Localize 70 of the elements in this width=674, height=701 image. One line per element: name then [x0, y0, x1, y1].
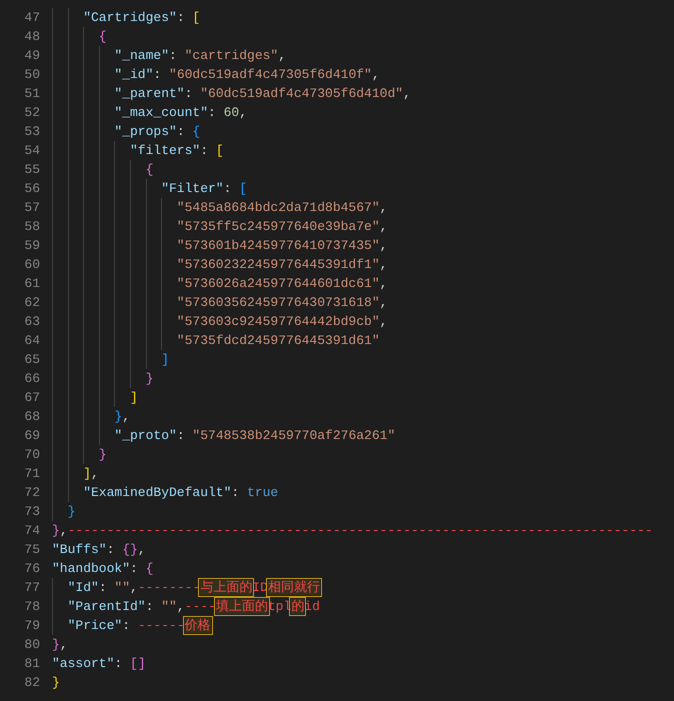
code-line: "Buffs": {},: [52, 541, 146, 559]
code-line: }: [68, 503, 76, 521]
line-number: 77: [23, 579, 40, 597]
line-number: 80: [23, 636, 40, 654]
code-line: "Cartridges": [: [83, 9, 200, 27]
line-number: 56: [23, 180, 40, 198]
code-line: }: [52, 674, 60, 692]
line-number: 61: [23, 275, 40, 293]
code-line: ]: [161, 351, 169, 369]
line-number: 62: [23, 294, 40, 312]
code-line: "573602322459776445391df1",: [176, 256, 388, 274]
line-number: 59: [23, 237, 40, 255]
line-number: 63: [23, 313, 40, 331]
code-line: "_parent": "60dc519adf4c47305f6d410d",: [114, 85, 411, 103]
code-line: "Filter": [: [161, 180, 248, 198]
line-number: 47: [23, 9, 40, 27]
code-line: "filters": [: [130, 142, 224, 160]
line-number: 51: [23, 85, 40, 103]
code-line: "_id": "60dc519adf4c47305f6d410f",: [114, 66, 380, 84]
code-line: },---------------------------------------------------------------------------: [52, 522, 653, 540]
line-number: 74: [23, 522, 40, 540]
line-number: 65: [23, 351, 40, 369]
code-line: ]: [130, 389, 138, 407]
code-line: {: [98, 28, 107, 46]
code-line: {: [146, 161, 154, 179]
line-number: 82: [23, 674, 40, 692]
line-number: 49: [23, 47, 40, 65]
code-line: "5485a8684bdc2da71d8b4567",: [176, 199, 388, 217]
line-number: 71: [23, 465, 40, 483]
line-number: 60: [23, 256, 40, 274]
line-number: 81: [23, 655, 40, 673]
line-number: 68: [23, 408, 40, 426]
code-line: "_name": "cartridges",: [114, 47, 286, 65]
code-line: "573603c924597764442bd9cb",: [176, 313, 388, 331]
line-number: 72: [23, 484, 40, 502]
code-line: "_proto": "5748538b2459770af276a261": [114, 427, 396, 445]
code-line: "handbook": {: [52, 560, 154, 578]
line-number: 70: [23, 446, 40, 464]
code-line: "Price": ------价格: [68, 617, 211, 635]
line-number: 58: [23, 218, 40, 236]
line-number: 64: [23, 332, 40, 350]
line-number: 67: [23, 389, 40, 407]
code-line: "_props": {: [114, 123, 200, 141]
line-number: 76: [23, 560, 40, 578]
line-number: 79: [23, 617, 40, 635]
code-line: "5736026a245977644601dc61",: [176, 275, 388, 293]
line-number: 66: [23, 370, 40, 388]
line-number: 57: [23, 199, 40, 217]
code-line: "573601b42459776410737435",: [176, 237, 388, 255]
line-number: 73: [23, 503, 40, 521]
code-line: ],: [83, 465, 99, 483]
line-number: 54: [23, 142, 40, 160]
code-line: }: [146, 370, 154, 388]
line-number: 52: [23, 104, 40, 122]
code-line: },: [52, 636, 68, 654]
code-line: "5735fdcd2459776445391d61": [176, 332, 380, 350]
code-line: }: [98, 446, 107, 464]
code-line: },: [114, 408, 130, 426]
line-number: 55: [23, 161, 40, 179]
line-number: 48: [23, 28, 40, 46]
code-line: "assort": []: [52, 655, 146, 673]
line-number: 50: [23, 66, 40, 84]
code-line: "_max_count": 60,: [114, 104, 248, 122]
line-number: 53: [23, 123, 40, 141]
code-line: "5735ff5c245977640e39ba7e",: [176, 218, 388, 236]
code-line: "ExaminedByDefault": true: [83, 484, 278, 502]
line-number: 78: [23, 598, 40, 616]
line-number: 69: [23, 427, 40, 445]
line-number: 75: [23, 541, 40, 559]
code-line: "573603562459776430731618",: [176, 294, 388, 312]
